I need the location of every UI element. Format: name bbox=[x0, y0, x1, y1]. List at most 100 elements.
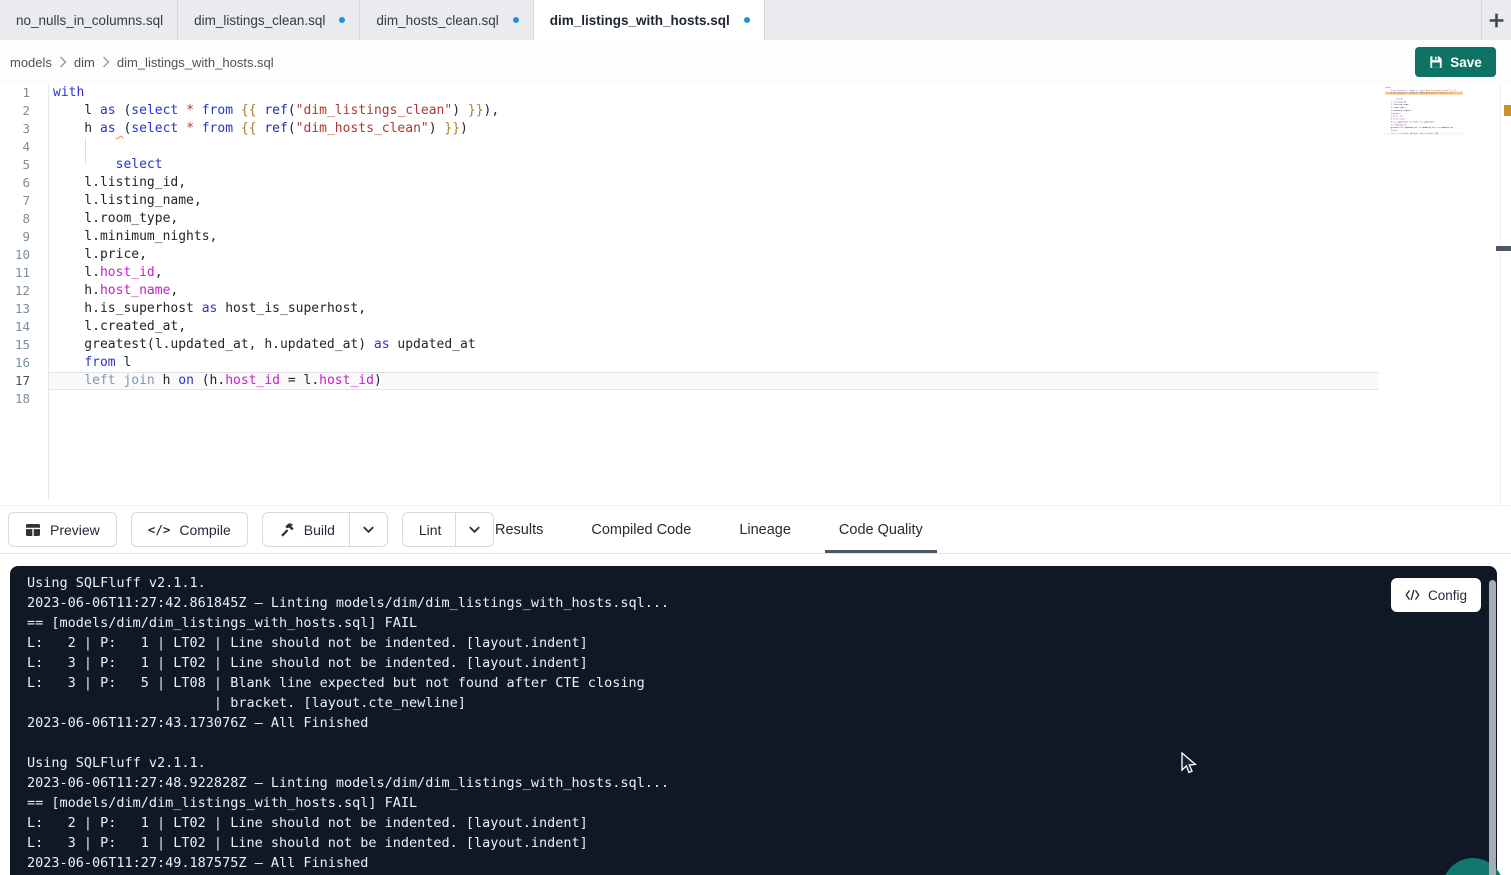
editor-tab-dim-hosts-clean-sql[interactable]: dim_hosts_clean.sql bbox=[360, 0, 533, 40]
line-number: 11 bbox=[0, 264, 48, 282]
save-button[interactable]: Save bbox=[1415, 47, 1496, 77]
code-line-text bbox=[49, 390, 1379, 408]
line-number: 5 bbox=[0, 156, 48, 174]
minimap[interactable]: with l as (select * from {{ ref("dim_lis… bbox=[1385, 86, 1463, 144]
new-tab-button[interactable] bbox=[1481, 0, 1511, 40]
panel-tab-code-quality[interactable]: Code Quality bbox=[831, 506, 931, 554]
editor-tab-dim-listings-with-hosts-sql[interactable]: dim_listings_with_hosts.sql bbox=[534, 0, 765, 40]
code-line[interactable]: 14 l.created_at, bbox=[0, 318, 1511, 336]
build-dropdown-button[interactable] bbox=[349, 513, 387, 546]
terminal-line: 2023-06-06T11:27:48.922828Z — Linting mo… bbox=[27, 773, 669, 793]
terminal-line: L: 3 | P: 5 | LT08 | Blank line expected… bbox=[27, 673, 669, 693]
code-line[interactable]: 3 h as (select * from {{ ref("dim_hosts_… bbox=[0, 120, 1511, 138]
lint-button-label: Lint bbox=[419, 522, 442, 538]
config-button[interactable]: Config bbox=[1391, 578, 1481, 612]
line-number: 10 bbox=[0, 246, 48, 264]
modified-dot-icon bbox=[513, 17, 519, 23]
table-icon bbox=[25, 522, 41, 538]
code-line[interactable]: 18 bbox=[0, 390, 1511, 408]
panel-tab-results[interactable]: Results bbox=[487, 506, 551, 554]
build-split-button: Build bbox=[262, 512, 388, 547]
line-number: 7 bbox=[0, 192, 48, 210]
breadcrumb: models dim dim_listings_with_hosts.sql bbox=[10, 40, 274, 84]
code-line[interactable]: 11 l.host_id, bbox=[0, 264, 1511, 282]
line-number: 9 bbox=[0, 228, 48, 246]
line-number: 14 bbox=[0, 318, 48, 336]
editor-tab-dim-listings-clean-sql[interactable]: dim_listings_clean.sql bbox=[178, 0, 360, 40]
code-line-text: l.price, bbox=[49, 246, 1379, 264]
code-line[interactable]: 2 l as (select * from {{ ref("dim_listin… bbox=[0, 102, 1511, 120]
code-line[interactable]: 8 l.room_type, bbox=[0, 210, 1511, 228]
save-button-label: Save bbox=[1450, 55, 1482, 70]
code-line-text bbox=[49, 138, 1379, 156]
code-line-text: l.listing_id, bbox=[49, 174, 1379, 192]
lint-button[interactable]: Lint bbox=[403, 513, 456, 546]
editor-tab-no-nulls-in-columns-sql[interactable]: no_nulls_in_columns.sql bbox=[0, 0, 178, 40]
scroll-position-marker[interactable] bbox=[1496, 246, 1511, 251]
code-line[interactable]: 1with bbox=[0, 84, 1511, 102]
line-number: 8 bbox=[0, 210, 48, 228]
terminal-line: == [models/dim/dim_listings_with_hosts.s… bbox=[27, 613, 669, 633]
code-line[interactable]: 4 bbox=[0, 138, 1511, 156]
code-line-text: l.listing_name, bbox=[49, 192, 1379, 210]
code-line-text bbox=[1385, 135, 1463, 138]
code-editor[interactable]: 1with2 l as (select * from {{ ref("dim_l… bbox=[0, 84, 1511, 505]
warning-marker bbox=[1504, 105, 1511, 116]
code-line-text: l.host_id, bbox=[49, 264, 1379, 282]
code-line[interactable]: 5 select bbox=[0, 156, 1511, 174]
code-line-text: from l bbox=[49, 354, 1379, 372]
code-lines: 1with2 l as (select * from {{ ref("dim_l… bbox=[0, 84, 1511, 408]
tab-label: dim_listings_with_hosts.sql bbox=[550, 13, 730, 28]
code-line-text: with bbox=[49, 84, 1379, 102]
terminal-line bbox=[27, 733, 669, 753]
preview-button[interactable]: Preview bbox=[8, 512, 117, 547]
floppy-disk-icon bbox=[1429, 55, 1443, 69]
terminal-line: L: 2 | P: 1 | LT02 | Line should not be … bbox=[27, 813, 669, 833]
modified-dot-icon bbox=[339, 17, 345, 23]
terminal-line: | bracket. [layout.cte_newline] bbox=[27, 693, 669, 713]
terminal-line: 2023-06-06T11:27:42.861845Z — Linting mo… bbox=[27, 593, 669, 613]
code-line-text: l.minimum_nights, bbox=[49, 228, 1379, 246]
code-line[interactable]: 17 left join h on (h.host_id = l.host_id… bbox=[0, 372, 1511, 390]
dbt-cloud-ide: { "colors": { "accent_teal": "#0e7265", … bbox=[0, 0, 1511, 875]
terminal-line: L: 3 | P: 1 | LT02 | Line should not be … bbox=[27, 653, 669, 673]
code-line[interactable]: 15 greatest(l.updated_at, h.updated_at) … bbox=[0, 336, 1511, 354]
breadcrumb-item-models[interactable]: models bbox=[10, 55, 52, 70]
code-icon: </> bbox=[148, 522, 171, 537]
terminal-scrollbar[interactable] bbox=[1489, 580, 1496, 875]
code-icon bbox=[1405, 589, 1420, 601]
terminal-line: Using SQLFluff v2.1.1. bbox=[27, 573, 669, 593]
line-number: 18 bbox=[0, 390, 48, 408]
breadcrumb-item-dim-listings-with-hosts-sql[interactable]: dim_listings_with_hosts.sql bbox=[117, 55, 274, 70]
code-line[interactable]: 9 l.minimum_nights, bbox=[0, 228, 1511, 246]
overview-ruler bbox=[1500, 84, 1501, 505]
line-number: 2 bbox=[0, 102, 48, 120]
code-line[interactable]: 10 l.price, bbox=[0, 246, 1511, 264]
terminal-line: Using SQLFluff v2.1.1. bbox=[27, 753, 669, 773]
preview-button-label: Preview bbox=[50, 522, 100, 538]
code-line[interactable]: 7 l.listing_name, bbox=[0, 192, 1511, 210]
plus-icon bbox=[1488, 12, 1505, 29]
hammer-icon bbox=[279, 522, 295, 538]
panel-tab-lineage[interactable]: Lineage bbox=[731, 506, 799, 554]
line-number: 15 bbox=[0, 336, 48, 354]
line-number: 3 bbox=[0, 120, 48, 138]
lint-output-terminal[interactable]: Using SQLFluff v2.1.1.2023-06-06T11:27:4… bbox=[10, 566, 1497, 875]
build-button[interactable]: Build bbox=[263, 513, 349, 546]
code-line[interactable]: 13 h.is_superhost as host_is_superhost, bbox=[0, 300, 1511, 318]
code-line-text: h.is_superhost as host_is_superhost, bbox=[49, 300, 1379, 318]
code-line[interactable]: 6 l.listing_id, bbox=[0, 174, 1511, 192]
panel-tab-compiled-code[interactable]: Compiled Code bbox=[583, 506, 699, 554]
panel-divider bbox=[0, 553, 1511, 554]
code-line[interactable]: 12 h.host_name, bbox=[0, 282, 1511, 300]
modified-dot-icon bbox=[744, 17, 750, 23]
code-line[interactable]: 16 from l bbox=[0, 354, 1511, 372]
breadcrumb-item-dim[interactable]: dim bbox=[74, 55, 95, 70]
chevron-down-icon bbox=[468, 523, 481, 536]
compile-button[interactable]: </> Compile bbox=[131, 512, 248, 547]
terminal-output: Using SQLFluff v2.1.1.2023-06-06T11:27:4… bbox=[27, 573, 669, 873]
line-number: 12 bbox=[0, 282, 48, 300]
config-button-label: Config bbox=[1428, 588, 1467, 603]
code-line-text: left join h on (h.host_id = l.host_id) bbox=[49, 372, 1379, 390]
terminal-line: L: 2 | P: 1 | LT02 | Line should not be … bbox=[27, 633, 669, 653]
